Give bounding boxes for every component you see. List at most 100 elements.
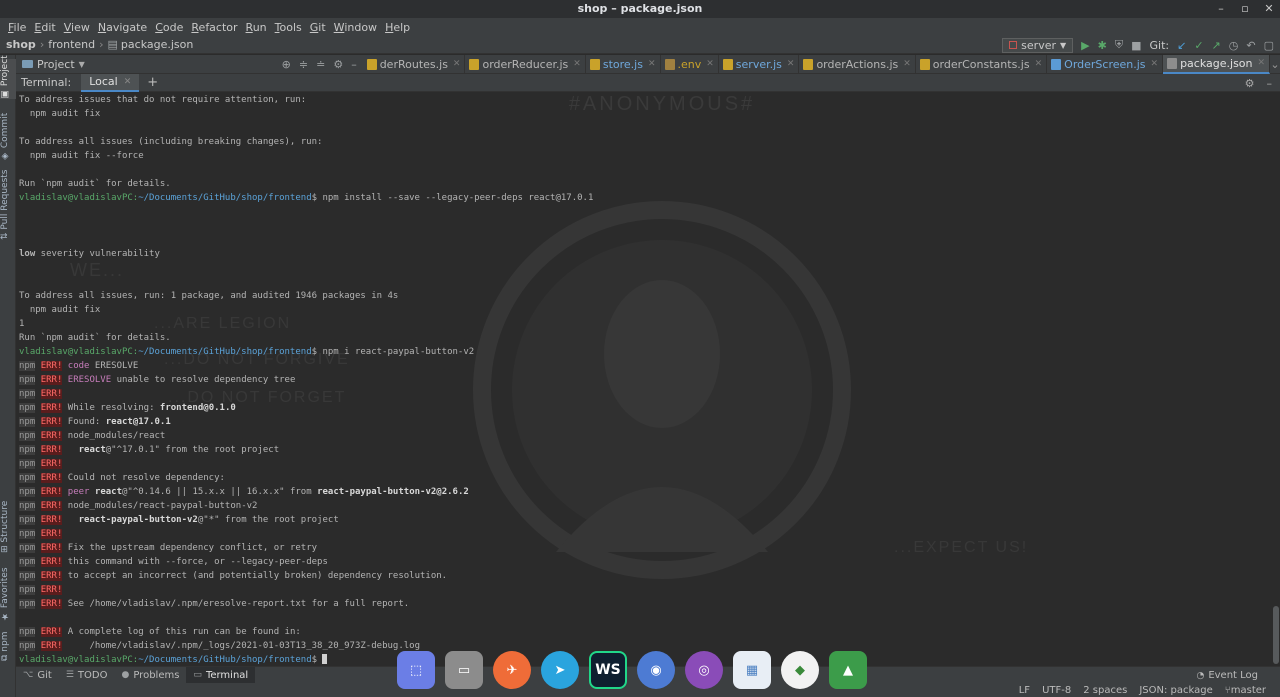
terminal-line: npm ERR! ERESOLVE unable to resolve depe… [19, 373, 593, 387]
side-tab-favorites[interactable]: ★ Favorites [0, 565, 16, 623]
tabs-overflow-icon[interactable]: ⌄ [1270, 58, 1280, 71]
bottom-tab-problems[interactable]: ● Problems [114, 667, 186, 684]
close-icon[interactable]: ✕ [706, 59, 714, 69]
close-icon[interactable]: ✕ [903, 59, 911, 69]
telegram-app[interactable]: ➤ [541, 651, 579, 689]
chromium-app[interactable]: ◉ [637, 651, 675, 689]
store-app[interactable]: ▦ [733, 651, 771, 689]
project-panel-header[interactable]: Project ▼ [16, 58, 282, 71]
minimize-icon[interactable]: – [1216, 0, 1226, 18]
side-tab-project[interactable]: ▣ Project [0, 55, 16, 99]
files-app[interactable]: ▭ [445, 651, 483, 689]
launcher-app[interactable]: ▲ [829, 651, 867, 689]
editor-tab-server-js[interactable]: server.js ✕ [719, 54, 800, 74]
menu-label: it [318, 20, 326, 34]
terminal-scrollbar[interactable] [1272, 92, 1280, 664]
menu-item-refactor[interactable]: Refactor [187, 21, 241, 34]
close-icon[interactable]: ✕ [573, 59, 581, 69]
menu-item-window[interactable]: Window [330, 21, 381, 34]
terminal-cursor [322, 654, 328, 664]
editor-tab-orderactions-js[interactable]: orderActions.js ✕ [799, 54, 916, 74]
scrollbar-thumb[interactable] [1273, 606, 1279, 664]
close-icon[interactable]: ✕ [1258, 58, 1266, 68]
github-desktop-app[interactable]: ◎ [685, 651, 723, 689]
run-configuration-select[interactable]: server ▼ [1002, 37, 1074, 53]
history-icon[interactable]: ◷ [1229, 39, 1239, 52]
tag-space [35, 599, 40, 609]
run-icon[interactable]: ▶ [1081, 39, 1089, 52]
side-tab-commit[interactable]: ◈ Commit [0, 113, 16, 161]
postman-app[interactable]: ✈ [493, 651, 531, 689]
bottom-tab-terminal[interactable]: ▭ Terminal [186, 666, 256, 684]
menu-item-git[interactable]: Git [306, 21, 330, 34]
editor-tab-package-json[interactable]: package.json ✕ [1163, 54, 1271, 74]
menu-item-file[interactable]: File [4, 21, 30, 34]
terminal-line: npm ERR! peer react@"^0.14.6 || 15.x.x |… [19, 485, 593, 499]
new-terminal-icon[interactable]: + [147, 75, 158, 90]
editor-tab--env[interactable]: .env ✕ [661, 54, 719, 74]
terminal-output[interactable]: #ANONYMOUS# WE... ...ARE LEGION ...DO NO… [16, 92, 1272, 664]
breadcrumb-project[interactable]: shop [6, 38, 36, 51]
editor-tab-orderreducer-js[interactable]: orderReducer.js ✕ [465, 54, 586, 74]
menu-item-navigate[interactable]: Navigate [94, 21, 151, 34]
npm-tag: npm [19, 515, 36, 525]
close-icon[interactable]: ✕ [648, 59, 656, 69]
debug-icon[interactable]: ✱ [1098, 39, 1107, 52]
editor-tab-store-js[interactable]: store.js ✕ [586, 54, 661, 74]
close-icon[interactable]: ✕ [124, 77, 132, 87]
menu-mnemonic: R [245, 20, 253, 34]
tag-space [35, 529, 40, 539]
mongodb-compass-app[interactable]: ◆ [781, 651, 819, 689]
editor-tab-orderscreen-js[interactable]: OrderScreen.js ✕ [1047, 54, 1164, 74]
close-icon[interactable]: ✕ [1151, 59, 1159, 69]
status-git-branch[interactable]: ⑂master [1225, 685, 1266, 696]
maximize-icon[interactable]: ▫ [1240, 0, 1250, 18]
status-line-separator[interactable]: LF [1019, 685, 1030, 696]
menu-item-run[interactable]: Run [242, 21, 271, 34]
stop-icon[interactable]: ■ [1131, 39, 1141, 52]
git-push-icon[interactable]: ↗ [1212, 39, 1221, 52]
error-text: @"^17.0.1" from the root project [105, 445, 280, 455]
gear-icon[interactable]: ⚙ [333, 58, 343, 71]
prompt-command: $ [311, 655, 323, 664]
status-json-schema[interactable]: JSON: package [1139, 685, 1212, 696]
hide-icon[interactable]: – [1267, 77, 1273, 90]
side-tab-pull-requests[interactable]: ⇅ Pull Requests [0, 169, 16, 241]
breadcrumb-file[interactable]: package.json [121, 38, 193, 51]
event-log-button[interactable]: ◔ Event Log [1196, 667, 1258, 684]
git-commit-icon[interactable]: ✓ [1194, 39, 1203, 52]
breadcrumb-folder[interactable]: frontend [48, 38, 95, 51]
close-icon[interactable]: ✕ [787, 59, 795, 69]
bottom-tab-todo[interactable]: ☰ TODO [59, 667, 115, 684]
hide-icon[interactable]: – [351, 58, 357, 71]
gear-icon[interactable]: ⚙ [1245, 77, 1255, 90]
menu-item-tools[interactable]: Tools [271, 21, 306, 34]
menu-item-help[interactable]: Help [381, 21, 414, 34]
menu-item-view[interactable]: View [60, 21, 94, 34]
error-text: node_modules/react [67, 431, 166, 441]
coverage-icon[interactable]: ⛨ [1115, 38, 1123, 52]
close-icon[interactable]: ✕ [453, 59, 461, 69]
search-everywhere-icon[interactable]: ▢ [1264, 39, 1274, 52]
status-indent[interactable]: 2 spaces [1083, 685, 1127, 696]
git-update-icon[interactable]: ↙ [1177, 39, 1186, 52]
npm-tag: npm [19, 585, 36, 595]
webstorm-app[interactable]: WS [589, 651, 627, 689]
collapse-all-icon[interactable]: ≐ [316, 58, 325, 71]
menu-item-code[interactable]: Code [151, 21, 187, 34]
locate-icon[interactable]: ⊕ [282, 58, 291, 71]
terminal-tab-local[interactable]: Local ✕ [81, 73, 140, 92]
screenshot-app[interactable]: ⬚ [397, 651, 435, 689]
side-tab-npm[interactable]: ⧉ npm [0, 629, 16, 663]
rollback-icon[interactable]: ↶ [1246, 39, 1255, 52]
bottom-tab-git[interactable]: ⌥ Git [16, 667, 59, 684]
editor-tab-orderconstants-js[interactable]: orderConstants.js ✕ [916, 54, 1048, 74]
menu-item-edit[interactable]: Edit [30, 21, 59, 34]
status-encoding[interactable]: UTF-8 [1042, 685, 1071, 696]
close-icon[interactable]: ✕ [1264, 0, 1274, 18]
expand-all-icon[interactable]: ≑ [299, 58, 308, 71]
close-icon[interactable]: ✕ [1035, 59, 1043, 69]
side-tab-structure[interactable]: ⊞ Structure [0, 499, 16, 555]
editor-tab-derroutes-js[interactable]: derRoutes.js ✕ [363, 54, 466, 74]
